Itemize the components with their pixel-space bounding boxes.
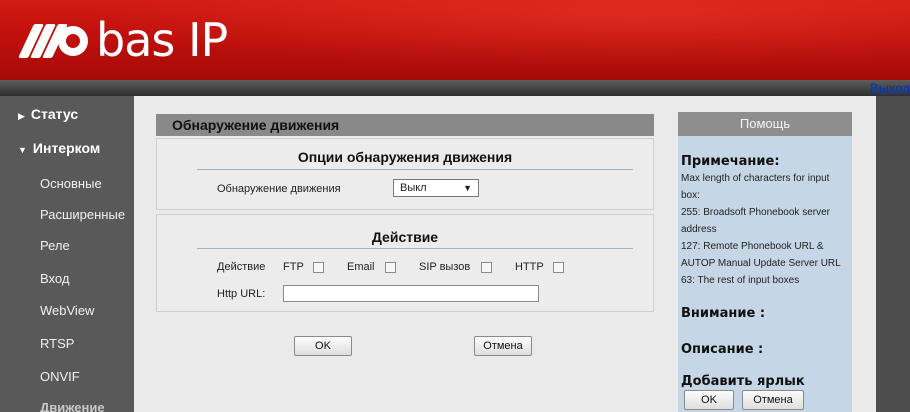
sidebar-item-advanced[interactable]: Расширенные [40, 207, 125, 222]
section-divider [197, 169, 633, 170]
caret-down-icon: ▼ [18, 145, 27, 155]
note-text: Max length of characters for input box: … [681, 170, 851, 289]
action-section: Действие Действие FTP Email SIP вызов HT… [156, 214, 654, 312]
email-label: Email [347, 261, 375, 273]
chevron-down-icon: ▼ [463, 183, 472, 193]
note-line: 127: Remote Phonebook URL & AUTOP Manual… [681, 241, 841, 269]
help-panel: Помощь Примечание: Max length of charact… [678, 112, 852, 412]
basip-logo: bas IP [18, 13, 228, 67]
basip-logo-icon [18, 14, 92, 66]
note-line: 63: The rest of input boxes [681, 275, 800, 286]
http-checkbox[interactable] [553, 262, 564, 273]
logo-text: bas IP [96, 13, 228, 67]
description-heading: Описание : [681, 342, 764, 357]
sip-call-checkbox[interactable] [481, 262, 492, 273]
motion-panel: Обнаружение движения Опции обнаружения д… [156, 114, 654, 412]
warning-heading: Внимание : [681, 306, 766, 321]
caret-right-icon: ▶ [18, 111, 25, 121]
ftp-checkbox[interactable] [313, 262, 324, 273]
sidebar-item-input[interactable]: Вход [40, 271, 69, 286]
top-toolbar-strip [0, 80, 910, 96]
ok-button[interactable]: OK [294, 336, 352, 356]
help-cancel-button[interactable]: Отмена [742, 390, 804, 410]
note-line: 255: Broadsoft Phonebook server address [681, 207, 830, 235]
motion-options-section: Опции обнаружения движения Обнаружение д… [156, 138, 654, 210]
sidebar-item-motion[interactable]: Движение [40, 400, 105, 412]
page-title: Обнаружение движения [156, 114, 654, 136]
sidebar-item-label: Интерком [32, 140, 101, 156]
help-title: Помощь [678, 112, 852, 136]
section-title: Опции обнаружения движения [297, 149, 513, 165]
cancel-button[interactable]: Отмена [474, 336, 532, 356]
add-shortcut-heading: Добавить ярлык [681, 374, 805, 389]
sidebar-item-basic[interactable]: Основные [40, 176, 102, 191]
header-banner: bas IP [0, 0, 910, 80]
sidebar-item-webview[interactable]: WebView [40, 303, 94, 318]
http-url-label: Http URL: [217, 288, 266, 300]
http-url-input[interactable] [283, 285, 539, 302]
ftp-label: FTP [283, 261, 304, 273]
sip-call-label: SIP вызов [419, 261, 471, 273]
logout-link[interactable]: Выход [870, 80, 910, 96]
section-title: Действие [371, 229, 439, 245]
sidebar-item-relay[interactable]: Реле [40, 238, 70, 253]
motion-detection-label: Обнаружение движения [217, 183, 341, 195]
content-area: Обнаружение движения Опции обнаружения д… [134, 96, 876, 412]
motion-detection-select[interactable]: Выкл ▼ [393, 179, 479, 197]
sidebar-item-rtsp[interactable]: RTSP [40, 336, 74, 351]
sidebar: ▶ Статус ▼ Интерком Основные Расширенные Р… [0, 96, 134, 412]
right-margin [876, 96, 910, 412]
select-value: Выкл [400, 182, 427, 194]
sidebar-item-onvif[interactable]: ONVIF [40, 369, 80, 384]
sidebar-item-label: Статус [30, 106, 79, 122]
note-line: Max length of characters for input box: [681, 173, 830, 201]
note-heading: Примечание: [681, 154, 780, 169]
sidebar-item-intercom[interactable]: ▼ Интерком [18, 140, 100, 156]
action-label: Действие [217, 261, 266, 273]
sidebar-item-status[interactable]: ▶ Статус [18, 106, 78, 122]
http-label: HTTP [515, 261, 544, 273]
section-divider [197, 248, 633, 249]
help-ok-button[interactable]: OK [684, 390, 734, 410]
email-checkbox[interactable] [385, 262, 396, 273]
